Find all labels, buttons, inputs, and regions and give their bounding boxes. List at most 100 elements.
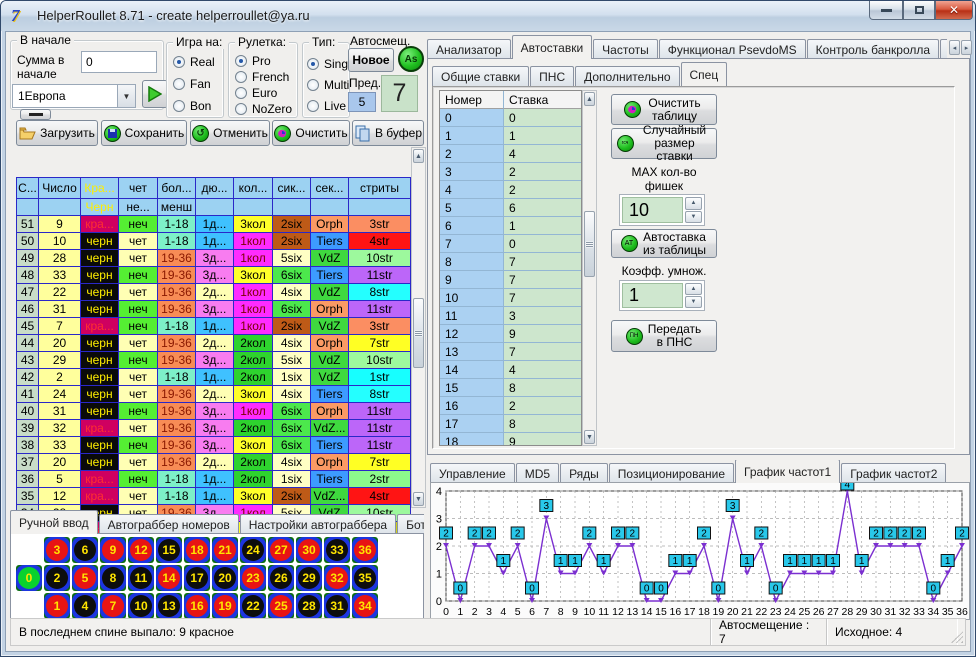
history-cell[interactable]: 1-18 [158,369,196,386]
history-cell[interactable]: 3д... [196,301,234,318]
radio-game-on-fan[interactable]: Fan [173,77,215,91]
history-cell[interactable]: 1д... [196,216,234,233]
radio-roulette-french[interactable]: French [235,70,292,84]
history-cell[interactable]: 2 [39,369,81,386]
tab-grabber-settings[interactable]: Настройки автограббера [240,514,396,534]
bet-stake-cell[interactable]: 2 [504,397,582,415]
history-cell[interactable]: 1кол [234,403,273,420]
history-cell[interactable]: 10 [39,233,81,250]
history-cell[interactable]: 1-18 [158,488,196,505]
history-cell[interactable]: 1str [349,369,411,386]
history-cell[interactable]: 10str [349,352,411,369]
number-button-15[interactable]: 15 [156,537,182,563]
history-cell[interactable]: чет [119,386,158,403]
bet-number-cell[interactable]: 8 [440,253,504,271]
history-scrollbar[interactable]: ▲ ▼ [411,147,426,508]
radio-type-singl[interactable]: Singl [307,57,351,71]
history-cell[interactable]: черн [81,369,119,386]
history-cell[interactable]: 5six [273,352,311,369]
bet-stake-cell[interactable]: 0 [504,235,582,253]
tab-positioning[interactable]: Позиционирование [609,463,734,483]
history-cell[interactable]: Orph [311,301,349,318]
history-cell[interactable]: 45 [17,318,39,335]
history-cell[interactable]: 4str [349,233,411,250]
bet-stake-cell[interactable]: 3 [504,307,582,325]
history-cell[interactable]: 19-36 [158,454,196,471]
start-button[interactable] [142,80,168,108]
bet-number-cell[interactable]: 14 [440,361,504,379]
history-cell[interactable]: кра... [81,488,119,505]
tab-psevdoms[interactable]: Функционал PsevdoMS [659,39,806,59]
start-sum-input[interactable] [81,51,157,73]
history-cell[interactable]: 3д... [196,403,234,420]
bet-stake-cell[interactable]: 8 [504,379,582,397]
bet-stake-cell[interactable]: 7 [504,271,582,289]
bet-number-cell[interactable]: 17 [440,415,504,433]
number-button-28[interactable]: 28 [296,593,322,619]
history-cell[interactable]: 35 [17,488,39,505]
history-cell[interactable]: Tiers [311,386,349,403]
close-button[interactable]: ✕ [935,1,973,20]
bet-stake-cell[interactable]: 8 [504,415,582,433]
history-cell[interactable]: VdZ... [311,420,349,437]
minimize-button[interactable] [869,1,903,20]
number-button-22[interactable]: 22 [240,593,266,619]
bet-table-scrollbar[interactable]: ▲ ▼ [582,90,597,446]
bet-number-cell[interactable]: 16 [440,397,504,415]
history-cell[interactable]: черн [81,403,119,420]
history-cell[interactable]: чет [119,454,158,471]
as-button[interactable]: As [398,46,424,72]
history-cell[interactable]: 19-36 [158,352,196,369]
bet-number-cell[interactable]: 7 [440,235,504,253]
history-cell[interactable]: 4six [273,335,311,352]
history-cell[interactable]: 2кол [234,420,273,437]
history-cell[interactable]: чет [119,420,158,437]
history-cell[interactable]: кра... [81,318,119,335]
history-cell[interactable]: 2д... [196,284,234,301]
history-cell[interactable]: Orph [311,335,349,352]
number-button-19[interactable]: 19 [212,593,238,619]
mult-coef-value[interactable]: 1 [622,283,683,308]
history-cell[interactable]: черн [81,284,119,301]
history-cell[interactable]: неч [119,216,158,233]
history-cell[interactable]: 1кол [234,250,273,267]
history-cell[interactable]: 20 [39,454,81,471]
radio-circle-icon[interactable] [173,78,185,90]
bet-stake-cell[interactable]: 2 [504,163,582,181]
maximize-button[interactable] [903,1,935,20]
tab-autograbber[interactable]: Автограббер номеров [99,514,239,534]
history-cell[interactable]: 4six [273,284,311,301]
history-cell[interactable]: 3кол [234,267,273,284]
radio-circle-icon[interactable] [235,103,247,115]
history-cell[interactable]: неч [119,437,158,454]
history-cell[interactable]: 3д... [196,250,234,267]
bet-number-cell[interactable]: 15 [440,379,504,397]
radio-roulette-nozero[interactable]: NoZero [235,102,292,116]
history-cell[interactable]: 49 [17,250,39,267]
history-cell[interactable]: неч [119,301,158,318]
history-cell[interactable]: 7 [39,318,81,335]
radio-circle-icon[interactable] [235,87,247,99]
history-cell[interactable]: неч [119,403,158,420]
tabs-scroll-left-icon[interactable]: ◂ [949,40,960,55]
number-button-17[interactable]: 17 [184,565,210,591]
history-cell[interactable]: 1кол [234,301,273,318]
bet-number-cell[interactable]: 18 [440,433,504,446]
history-cell[interactable]: 8str [349,284,411,301]
scroll-up-icon[interactable]: ▲ [584,92,595,106]
history-cell[interactable]: 19-36 [158,335,196,352]
number-button-18[interactable]: 18 [184,537,210,563]
history-cell[interactable]: 22 [39,284,81,301]
number-button-2[interactable]: 2 [44,565,70,591]
number-button-16[interactable]: 16 [184,593,210,619]
new-button[interactable]: Новое [348,48,394,72]
history-cell[interactable]: чет [119,488,158,505]
history-cell[interactable]: 31 [39,301,81,318]
history-cell[interactable]: 3str [349,318,411,335]
history-cell[interactable]: 19-36 [158,420,196,437]
history-cell[interactable]: 10str [349,250,411,267]
bet-number-cell[interactable]: 5 [440,199,504,217]
history-cell[interactable]: 2кол [234,369,273,386]
history-cell[interactable]: 6six [273,301,311,318]
scroll-down-icon[interactable]: ▼ [413,492,424,506]
